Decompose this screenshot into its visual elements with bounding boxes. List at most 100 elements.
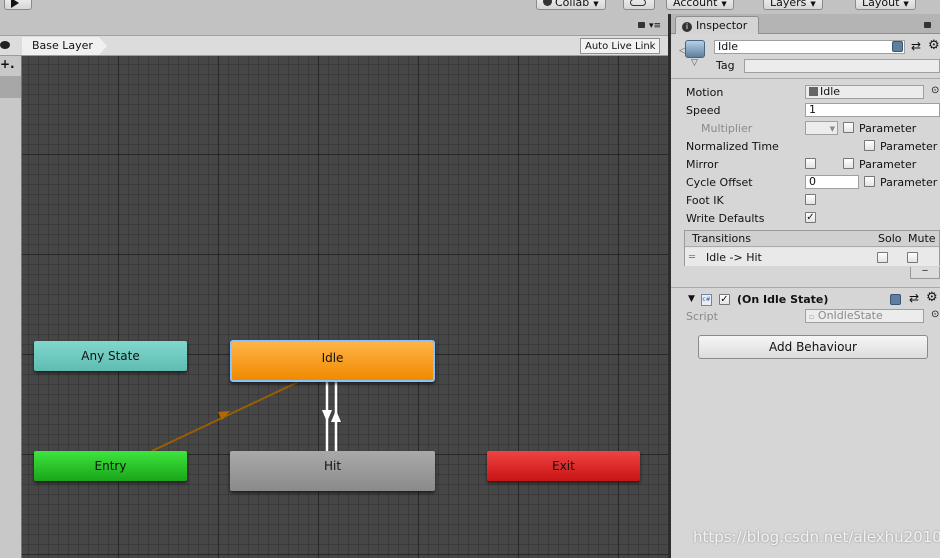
layout-label: Layout — [862, 0, 900, 9]
chevron-down-icon: ▼ — [829, 125, 835, 133]
motion-field[interactable]: Idle — [805, 85, 924, 99]
transition-row-label: Idle -> Hit — [706, 251, 762, 264]
state-arrow-down-icon: ▽ — [691, 58, 698, 68]
object-picker-icon[interactable]: ⊙ — [931, 85, 939, 96]
help-icon[interactable] — [892, 41, 903, 52]
play-button[interactable] — [4, 0, 32, 10]
divider — [671, 78, 940, 79]
transition-row[interactable]: ═ Idle -> Hit — [685, 248, 939, 266]
state-any-state[interactable]: Any State — [34, 341, 187, 371]
speed-label: Speed — [686, 104, 721, 117]
transitions-list: Transitions Solo Mute ═ Idle -> Hit — [684, 230, 940, 266]
add-behaviour-label: Add Behaviour — [769, 340, 857, 354]
multiplier-parameter-checkbox[interactable] — [843, 122, 854, 133]
transition-mute-checkbox[interactable] — [907, 252, 918, 263]
solo-header-label: Solo — [878, 232, 902, 245]
checkmark-icon: ✓ — [806, 212, 815, 223]
normalized-time-parameter-checkbox[interactable] — [864, 140, 875, 151]
add-layer-icon[interactable]: +. — [0, 57, 15, 71]
cycle-offset-parameter-checkbox[interactable] — [864, 176, 875, 187]
inspector-panel: i Inspector ◁ ▽ Idle ⇄ ⚙ Tag Motion Idle … — [671, 14, 940, 558]
chevron-down-icon: ▼ — [903, 0, 909, 8]
layout-button[interactable]: Layout ▼ — [855, 0, 916, 10]
tab-inspector[interactable]: i Inspector — [675, 16, 759, 34]
motion-label: Motion — [686, 86, 724, 99]
script-label: Script — [686, 310, 718, 323]
cloud-icon — [630, 0, 646, 6]
top-toolbar: Collab ▼ Account ▼ Layers ▼ Layout ▼ — [0, 0, 940, 14]
state-entry-label: Entry — [94, 459, 127, 473]
mirror-checkbox[interactable] — [805, 158, 816, 169]
checkmark-icon: ✓ — [720, 294, 729, 305]
mute-header-label: Mute — [908, 232, 936, 245]
preset-icon[interactable]: ⇄ — [911, 39, 921, 53]
script-field[interactable]: ▫ OnIdleState — [805, 309, 924, 323]
transition-solo-checkbox[interactable] — [877, 252, 888, 263]
foot-ik-checkbox[interactable] — [805, 194, 816, 205]
cloud-button[interactable] — [623, 0, 655, 10]
normalized-time-parameter-label: Parameter — [880, 140, 938, 153]
lock-icon[interactable] — [924, 22, 931, 28]
help-icon[interactable] — [890, 294, 901, 305]
state-name-field[interactable]: Idle — [714, 40, 905, 54]
write-defaults-checkbox[interactable]: ✓ — [805, 212, 816, 223]
lock-icon[interactable] — [638, 22, 645, 28]
state-hit[interactable]: Hit — [230, 451, 435, 491]
inspector-tab-bar: i Inspector — [671, 14, 940, 34]
script-small-icon: ▫ — [809, 312, 815, 321]
play-icon — [11, 0, 19, 8]
collab-button[interactable]: Collab ▼ — [536, 0, 606, 10]
cycle-offset-value: 0 — [809, 175, 816, 188]
remove-transition-button[interactable]: ‒ — [910, 266, 940, 279]
state-idle-label: Idle — [321, 351, 344, 365]
multiplier-dropdown[interactable]: ▼ — [805, 121, 838, 135]
object-picker-icon[interactable]: ⊙ — [931, 309, 939, 320]
speed-value: 1 — [809, 103, 816, 116]
normalized-time-label: Normalized Time — [686, 140, 779, 153]
speed-field[interactable]: 1 — [805, 103, 940, 117]
layers-label: Layers — [770, 0, 807, 9]
behaviour-enabled-checkbox[interactable]: ✓ — [719, 294, 730, 305]
state-exit[interactable]: Exit — [487, 451, 640, 481]
foldout-arrow-icon[interactable]: ▼ — [688, 294, 695, 304]
auto-live-link-button[interactable]: Auto Live Link — [580, 38, 661, 54]
collab-label: Collab — [555, 0, 590, 9]
mirror-parameter-checkbox[interactable] — [843, 158, 854, 169]
transitions-header-label: Transitions — [692, 232, 751, 245]
script-icon: c# — [701, 294, 712, 306]
add-behaviour-button[interactable]: Add Behaviour — [698, 335, 928, 359]
mirror-parameter-label: Parameter — [859, 158, 917, 171]
script-value: OnIdleState — [817, 309, 883, 322]
gear-icon[interactable]: ⚙ — [928, 38, 940, 53]
window-menu-icon[interactable]: ▾≡ — [649, 21, 661, 31]
layer-row[interactable] — [0, 76, 21, 98]
account-button[interactable]: Account ▼ — [666, 0, 734, 10]
eye-icon[interactable] — [0, 41, 10, 49]
state-entry[interactable]: Entry — [34, 451, 187, 481]
state-name-value: Idle — [718, 40, 739, 53]
multiplier-label: Multiplier — [701, 122, 753, 135]
breadcrumb[interactable]: Base Layer — [22, 37, 107, 55]
motion-value: Idle — [820, 85, 841, 98]
state-icon — [685, 40, 705, 58]
state-any-state-label: Any State — [81, 349, 140, 363]
layers-button[interactable]: Layers ▼ — [763, 0, 823, 10]
tag-field[interactable] — [744, 59, 940, 73]
tab-inspector-label: Inspector — [696, 19, 748, 32]
cycle-offset-field[interactable]: 0 — [805, 175, 859, 189]
animator-tab-bar: ▾≡ — [0, 14, 668, 36]
info-icon: i — [682, 22, 692, 32]
multiplier-parameter-label: Parameter — [859, 122, 917, 135]
foot-ik-label: Foot IK — [686, 194, 724, 207]
state-idle[interactable]: Idle — [230, 340, 435, 382]
inspector-body: ◁ ▽ Idle ⇄ ⚙ Tag Motion Idle ⊙ Speed 1 M… — [671, 34, 940, 558]
state-arrow-icon: ◁ — [679, 46, 686, 56]
transitions-header: Transitions Solo Mute — [685, 231, 939, 247]
gear-icon[interactable]: ⚙ — [926, 290, 938, 305]
watermark-text: https://blog.csdn.net/alexhu2010q — [693, 528, 940, 546]
chevron-down-icon: ▼ — [721, 0, 727, 8]
preset-icon[interactable]: ⇄ — [909, 291, 919, 305]
state-exit-label: Exit — [552, 459, 575, 473]
animation-clip-icon — [809, 87, 818, 96]
drag-handle-icon[interactable]: ═ — [689, 252, 695, 263]
